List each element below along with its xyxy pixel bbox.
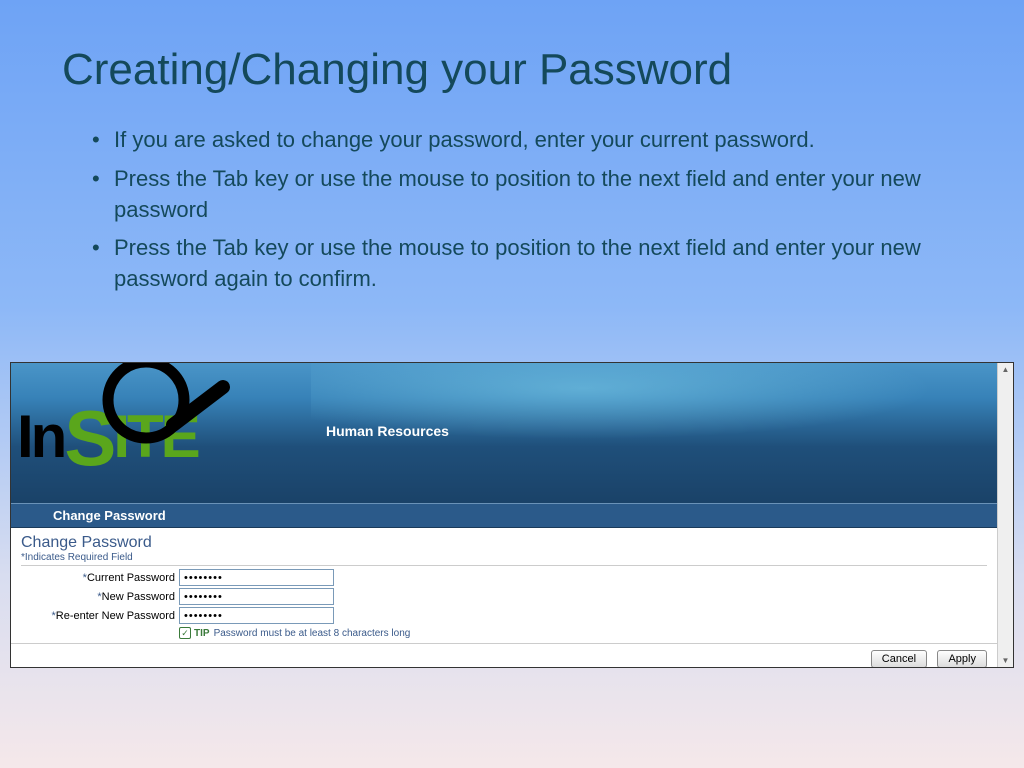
apply-button[interactable]: Apply — [937, 650, 987, 667]
navbar-title: Change Password — [11, 503, 997, 528]
field-row-reenter: Re-enter New Password — [21, 606, 987, 625]
current-password-input[interactable] — [179, 569, 334, 586]
tip-text: Password must be at least 8 characters l… — [214, 628, 411, 639]
bullet-item: Press the Tab key or use the mouse to po… — [92, 164, 934, 226]
magnifier-icon — [101, 363, 231, 465]
app-screenshot: InSITE Human Resources Change Password C… — [10, 362, 1014, 668]
form-title: Change Password — [21, 532, 987, 552]
button-bar: Cancel Apply — [11, 643, 997, 667]
current-password-label: Current Password — [21, 572, 179, 584]
slide-bullets: If you are asked to change your password… — [0, 95, 1024, 295]
app-banner: InSITE Human Resources — [11, 363, 997, 503]
reenter-password-label: Re-enter New Password — [21, 610, 179, 622]
header-module-label: Human Resources — [326, 423, 449, 439]
slide-title: Creating/Changing your Password — [0, 0, 1024, 95]
tip-icon: ✓ — [179, 627, 191, 639]
tip-row: ✓ TIP Password must be at least 8 charac… — [21, 625, 987, 641]
cancel-button[interactable]: Cancel — [871, 650, 927, 667]
field-row-current: Current Password — [21, 568, 987, 587]
tip-label: TIP — [194, 628, 210, 639]
bullet-item: If you are asked to change your password… — [92, 125, 934, 156]
vertical-scrollbar[interactable] — [997, 363, 1013, 667]
change-password-form: Change Password Indicates Required Field… — [11, 528, 997, 643]
new-password-label: New Password — [21, 591, 179, 603]
new-password-input[interactable] — [179, 588, 334, 605]
bullet-item: Press the Tab key or use the mouse to po… — [92, 233, 934, 295]
reenter-password-input[interactable] — [179, 607, 334, 624]
required-field-note: Indicates Required Field — [21, 552, 987, 566]
field-row-new: New Password — [21, 587, 987, 606]
